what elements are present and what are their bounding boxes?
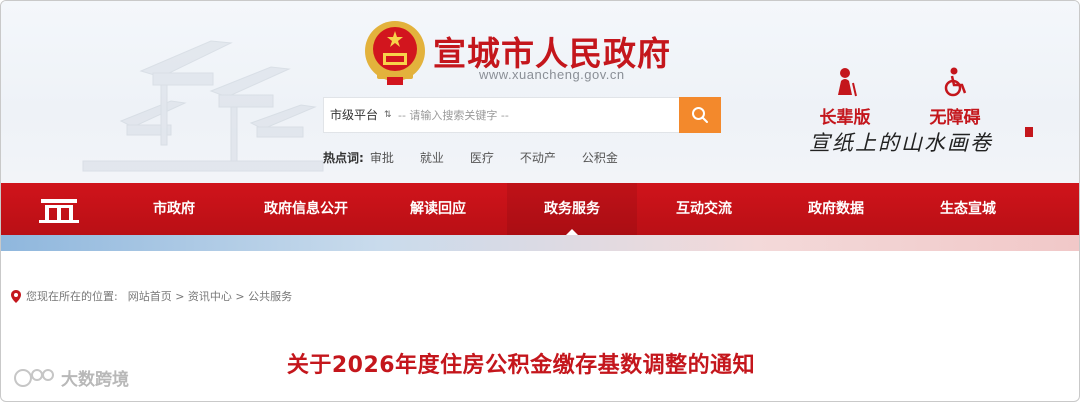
page-frame: 宣城市人民政府 www.xuancheng.gov.cn 市级平台 ⇅ 热点词:… xyxy=(0,0,1080,402)
home-gate-icon[interactable] xyxy=(39,195,79,223)
seal-stamp xyxy=(1025,127,1033,137)
location-pin-icon xyxy=(11,289,21,303)
nav-item-interpretation[interactable]: 解读回应 xyxy=(383,183,493,235)
watermark-logo-icon xyxy=(14,368,54,387)
architecture-decoration xyxy=(82,40,324,172)
search-button[interactable] xyxy=(679,97,721,133)
site-url: www.xuancheng.gov.cn xyxy=(479,67,625,82)
nav-item-government-services[interactable]: 政务服务 xyxy=(507,183,637,236)
elder-mode-label: 长辈版 xyxy=(819,108,871,128)
decorative-band xyxy=(1,235,1079,251)
hot-word[interactable]: 医疗 xyxy=(470,149,494,166)
breadcrumb: 您现在所在的位置: 网站首页 > 资讯中心 > 公共服务 xyxy=(11,288,292,304)
nav-item-government-data[interactable]: 政府数据 xyxy=(781,183,891,235)
wheelchair-icon xyxy=(944,67,967,97)
hot-word[interactable]: 不动产 xyxy=(520,149,556,166)
main-nav: 市政府 政府信息公开 解读回应 政务服务 互动交流 政府数据 生态宣城 xyxy=(1,183,1079,236)
elder-mode-button[interactable]: 长辈版 xyxy=(813,67,877,128)
search-bar: 市级平台 ⇅ xyxy=(323,97,721,133)
nav-item-city-government[interactable]: 市政府 xyxy=(119,183,229,235)
breadcrumb-path[interactable]: 网站首页 > 资讯中心 > 公共服务 xyxy=(128,288,292,304)
article-title-row: 关于2026年度住房公积金缴存基数调整的通知 xyxy=(1,347,1079,379)
sort-arrows-icon[interactable]: ⇅ xyxy=(384,98,392,132)
nav-item-label: 政务服务 xyxy=(544,201,600,217)
nav-item-interaction[interactable]: 互动交流 xyxy=(649,183,759,235)
slogan: 宣纸上的山水画卷 xyxy=(809,131,993,155)
hot-word[interactable]: 审批 xyxy=(370,149,394,166)
national-emblem-icon xyxy=(365,21,425,85)
search-input[interactable] xyxy=(398,104,668,126)
nav-item-info-disclosure[interactable]: 政府信息公开 xyxy=(241,183,371,235)
watermark: 大数跨境 xyxy=(13,365,129,390)
hot-words: 热点词: 审批 就业 医疗 不动产 公积金 xyxy=(323,149,644,166)
hot-word[interactable]: 公积金 xyxy=(582,149,618,166)
watermark-text: 大数跨境 xyxy=(61,370,129,390)
hot-word[interactable]: 就业 xyxy=(420,149,444,166)
hot-words-label: 热点词: xyxy=(323,151,364,165)
breadcrumb-prefix: 您现在所在的位置: xyxy=(26,290,118,303)
site-header: 宣城市人民政府 www.xuancheng.gov.cn 市级平台 ⇅ 热点词:… xyxy=(1,1,1079,183)
nav-item-eco-xuancheng[interactable]: 生态宣城 xyxy=(913,183,1023,235)
search-icon xyxy=(692,107,708,123)
elder-person-icon xyxy=(838,68,857,97)
accessibility-label: 无障碍 xyxy=(929,108,981,128)
search-scope-select[interactable]: 市级平台 xyxy=(330,98,378,132)
accessibility-button[interactable]: 无障碍 xyxy=(919,67,991,128)
article-title: 关于2026年度住房公积金缴存基数调整的通知 xyxy=(286,353,756,378)
